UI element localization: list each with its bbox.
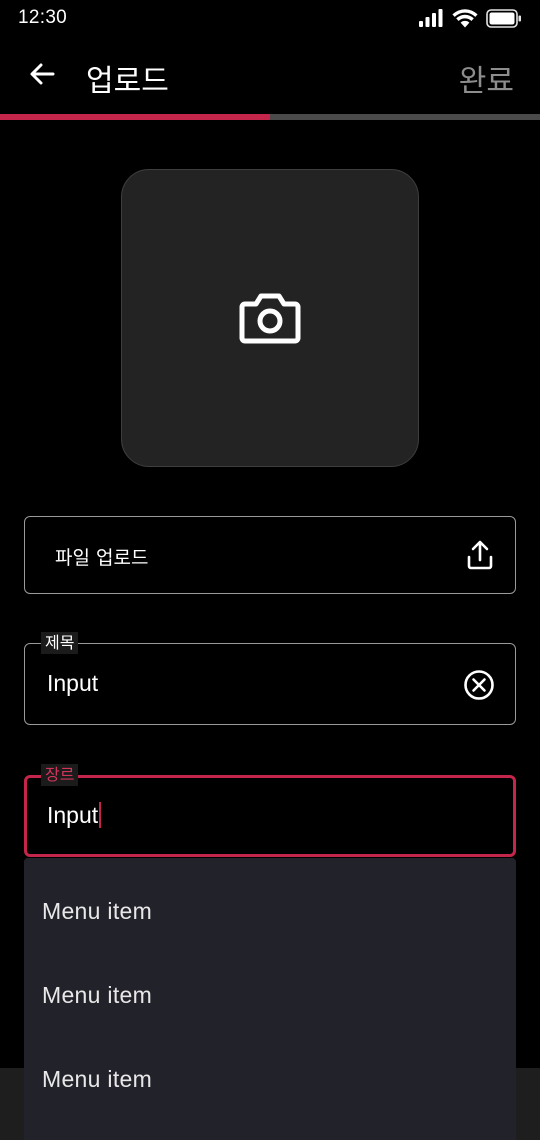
- title-field-value: Input: [47, 670, 99, 696]
- wifi-icon: [452, 8, 478, 27]
- title-field-label: 제목: [41, 632, 79, 654]
- photo-picker[interactable]: [121, 169, 419, 467]
- text-caret: [99, 802, 102, 828]
- genre-field-input[interactable]: Input: [47, 802, 102, 829]
- camera-icon: [239, 293, 301, 344]
- menu-item[interactable]: Menu item: [24, 1026, 516, 1110]
- genre-field[interactable]: 장르 Input: [24, 764, 516, 857]
- page-title: 업로드: [86, 64, 169, 99]
- file-upload-label: 파일 업로드: [55, 547, 149, 569]
- arrow-left-icon: [30, 63, 55, 85]
- status-icons: [418, 8, 522, 28]
- menu-item-label: Menu item: [42, 898, 153, 924]
- menu-item-label: Menu item: [42, 982, 153, 1008]
- progress-fill: [0, 114, 270, 120]
- menu-item[interactable]: Menu item: [24, 858, 516, 942]
- genre-field-label: 장르: [41, 764, 79, 786]
- menu-item-label: Menu item: [42, 1066, 153, 1092]
- back-button[interactable]: [26, 58, 58, 90]
- battery-icon: [486, 8, 521, 28]
- menu-item[interactable]: Menu item: [24, 942, 516, 1026]
- status-bar: 12:30: [0, 0, 540, 38]
- genre-dropdown-menu: Menu item Menu item Menu item: [24, 858, 516, 1140]
- app-bar: 업로드 완료: [0, 38, 540, 114]
- title-field[interactable]: 제목 Input: [24, 632, 516, 725]
- progress-bar: [0, 114, 540, 120]
- signal-icon: [419, 9, 443, 27]
- genre-field-value: Input: [47, 802, 99, 828]
- done-button[interactable]: 완료: [459, 56, 514, 100]
- status-time: 12:30: [18, 7, 68, 28]
- file-upload-button[interactable]: 파일 업로드: [24, 516, 516, 594]
- clear-circle-icon[interactable]: [463, 669, 495, 701]
- upload-icon: [467, 540, 493, 570]
